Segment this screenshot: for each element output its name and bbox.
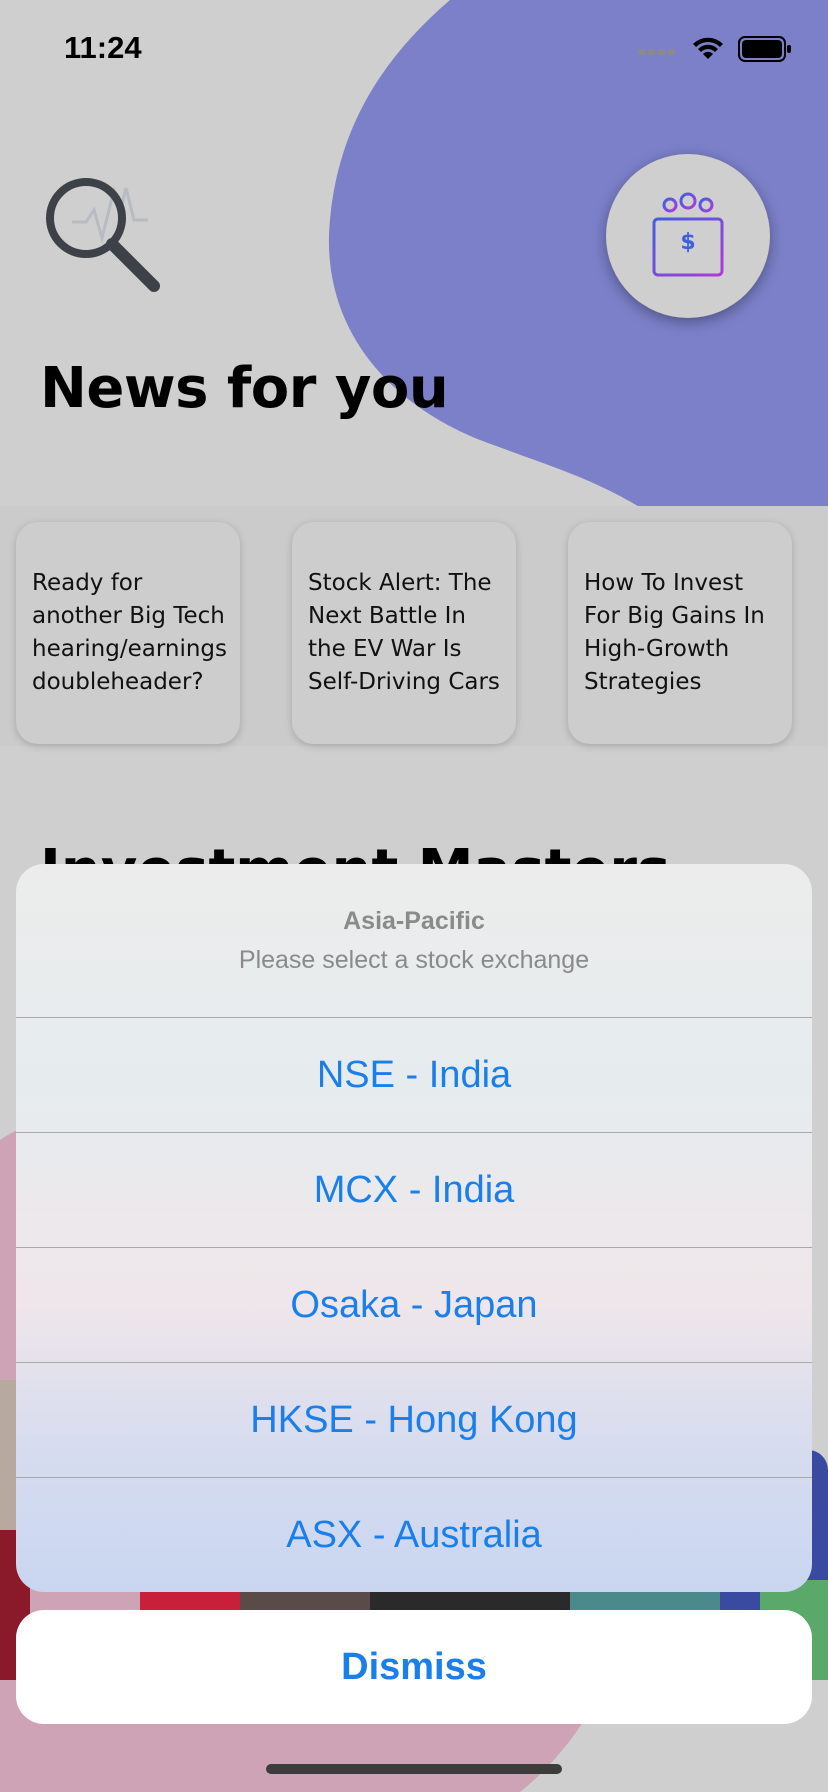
stock-exchange-action-sheet: Asia-Pacific Please select a stock excha… [16,864,812,1592]
action-sheet-subtitle: Please select a stock exchange [238,945,590,974]
exchange-option-asx[interactable]: ASX - Australia [16,1478,812,1592]
exchange-option-label: MCX - India [313,1168,515,1211]
action-sheet-title: Asia-Pacific [343,906,485,935]
exchange-option-label: ASX - Australia [286,1514,542,1556]
exchange-option-label: Osaka - Japan [290,1283,538,1326]
exchange-option-label: NSE - India [316,1053,512,1096]
home-indicator[interactable] [266,1764,562,1774]
exchange-option-osaka[interactable]: Osaka - Japan [16,1248,812,1363]
dismiss-label: Dismiss [341,1645,487,1688]
action-sheet-header: Asia-Pacific Please select a stock excha… [16,864,812,1018]
exchange-option-label: HKSE - Hong Kong [250,1398,578,1441]
exchange-option-mcx[interactable]: MCX - India [16,1133,812,1248]
exchange-option-nse[interactable]: NSE - India [16,1018,812,1133]
exchange-option-hkse[interactable]: HKSE - Hong Kong [16,1363,812,1478]
dismiss-button[interactable]: Dismiss [16,1610,812,1724]
